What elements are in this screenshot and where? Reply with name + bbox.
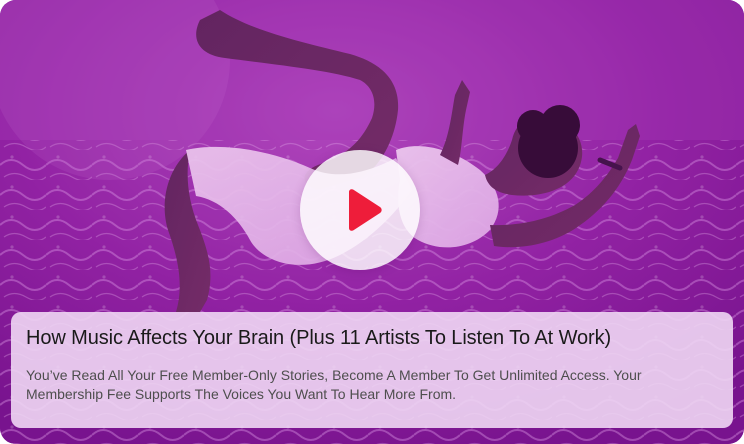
article-description: You’ve Read All Your Free Member-Only St… (26, 367, 642, 402)
article-info-panel: How Music Affects Your Brain (Plus 11 Ar… (11, 312, 733, 428)
article-card[interactable]: How Music Affects Your Brain (Plus 11 Ar… (0, 0, 744, 444)
article-title[interactable]: How Music Affects Your Brain (Plus 11 Ar… (26, 326, 717, 350)
play-button[interactable] (300, 150, 420, 270)
play-icon (349, 189, 382, 231)
